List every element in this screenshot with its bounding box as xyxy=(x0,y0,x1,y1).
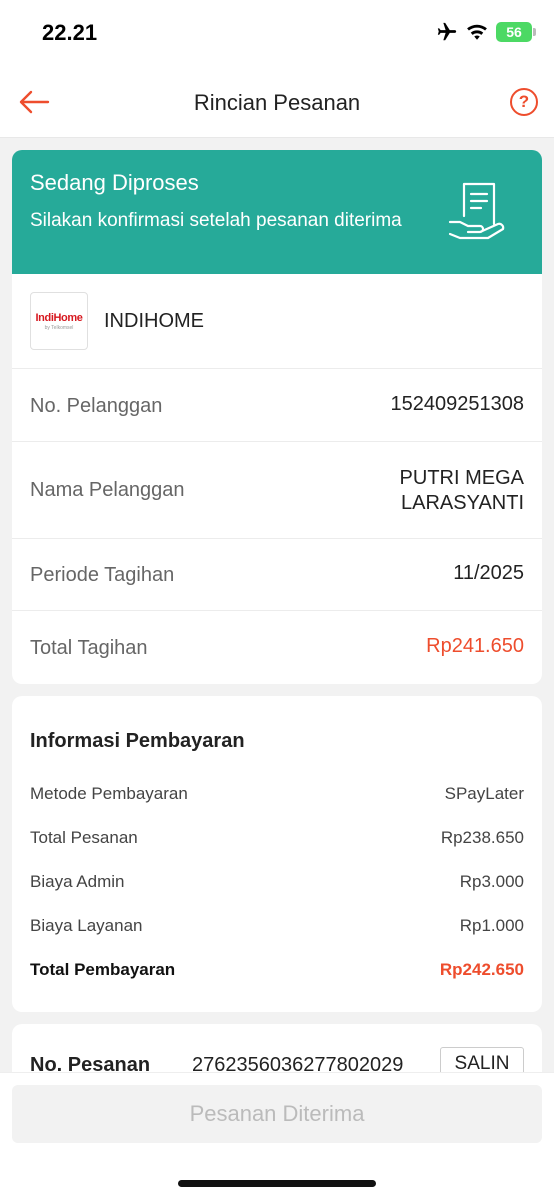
bill-total-label: Total Tagihan xyxy=(30,637,148,659)
home-indicator xyxy=(178,1180,376,1187)
merchant-logo: IndiHome by Telkomsel xyxy=(30,292,88,350)
payment-info-card: Informasi Pembayaran Metode Pembayaran S… xyxy=(12,696,542,1012)
payment-info-title: Informasi Pembayaran xyxy=(30,730,245,752)
order-total-row: Total Pesanan Rp238.650 xyxy=(30,828,524,852)
customer-number-label: No. Pelanggan xyxy=(30,395,163,417)
bill-total-value: Rp241.650 xyxy=(426,635,524,657)
admin-fee-label: Biaya Admin xyxy=(30,872,125,891)
customer-name-value: PUTRI MEGA LARASYANTI xyxy=(400,466,524,516)
payment-method-row: Metode Pembayaran SPayLater xyxy=(30,784,524,808)
merchant-row: IndiHome by Telkomsel INDIHOME xyxy=(12,274,542,369)
order-total-value: Rp238.650 xyxy=(440,828,524,847)
customer-name-line2: LARASYANTI xyxy=(401,492,524,514)
page-title: Rincian Pesanan xyxy=(193,90,361,115)
service-fee-row: Biaya Layanan Rp1.000 xyxy=(30,916,524,940)
billing-period-label: Periode Tagihan xyxy=(30,564,175,586)
logo-text: IndiHome xyxy=(35,311,83,324)
payment-method-value: SPayLater xyxy=(444,784,524,803)
payment-total-label: Total Pembayaran xyxy=(30,960,176,979)
admin-fee-value: Rp3.000 xyxy=(459,872,524,891)
payment-total-row: Total Pembayaran Rp242.650 xyxy=(30,960,524,984)
customer-name-line1: PUTRI MEGA xyxy=(399,467,524,489)
airplane-icon xyxy=(437,22,457,41)
help-button[interactable]: ? xyxy=(510,88,538,116)
status-time: 22.21 xyxy=(42,20,98,45)
status-description: Silakan konfirmasi setelah pesanan diter… xyxy=(30,210,402,231)
customer-name-label: Nama Pelanggan xyxy=(30,479,185,501)
order-status-banner: Sedang Diproses Silakan konfirmasi setel… xyxy=(12,150,542,274)
merchant-name: INDIHOME xyxy=(104,310,204,332)
status-icons: 56 xyxy=(436,21,536,43)
question-circle-icon: ? xyxy=(518,92,530,111)
status-title: Sedang Diproses xyxy=(30,170,199,195)
wifi-icon xyxy=(467,24,487,40)
admin-fee-row: Biaya Admin Rp3.000 xyxy=(30,872,524,896)
payment-method-label: Metode Pembayaran xyxy=(30,784,188,803)
customer-number-row: No. Pelanggan 152409251308 xyxy=(12,369,542,442)
service-fee-value: Rp1.000 xyxy=(459,916,524,935)
order-total-label: Total Pesanan xyxy=(30,828,138,847)
bill-details-card: IndiHome by Telkomsel INDIHOME No. Pelan… xyxy=(12,274,542,684)
receipt-hand-icon xyxy=(448,182,505,240)
app-header: Rincian Pesanan ? xyxy=(0,66,554,138)
order-received-button[interactable]: Pesanan Diterima xyxy=(12,1085,542,1143)
bill-total-row: Total Tagihan Rp241.650 xyxy=(12,611,542,684)
battery-level: 56 xyxy=(506,24,522,40)
service-fee-label: Biaya Layanan xyxy=(30,916,143,935)
customer-name-row: Nama Pelanggan PUTRI MEGA LARASYANTI xyxy=(12,442,542,539)
customer-number-value: 152409251308 xyxy=(390,393,524,415)
logo-subtext: by Telkomsel xyxy=(44,324,74,331)
billing-period-row: Periode Tagihan 11/2025 xyxy=(12,539,542,611)
payment-total-value: Rp242.650 xyxy=(439,960,524,979)
battery-icon: 56 xyxy=(496,22,536,42)
billing-period-value: 11/2025 xyxy=(453,562,524,584)
status-bar: 22.21 56 xyxy=(0,0,554,66)
